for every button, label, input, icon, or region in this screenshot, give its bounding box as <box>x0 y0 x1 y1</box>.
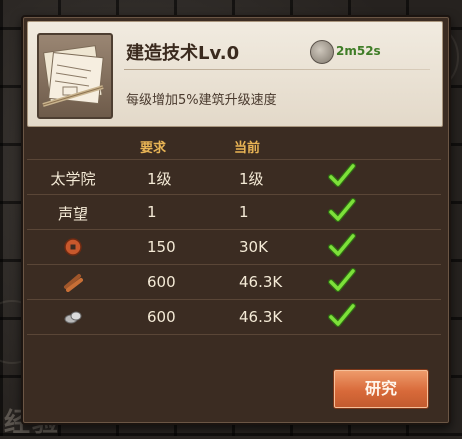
checkmark-icon <box>328 268 356 292</box>
required-value: 1 <box>147 203 157 221</box>
blueprint-scroll-icon <box>37 33 113 119</box>
table-row: 600 46.3K <box>27 299 441 335</box>
table-row: 太学院 1级 1级 <box>27 159 441 194</box>
current-value: 1 <box>239 203 249 221</box>
table-row: 150 30K <box>27 229 441 264</box>
requirements-table: 要求 当前 太学院 1级 1级 声望 1 1 150 30K 600 46.3K… <box>27 129 441 335</box>
checkmark-icon <box>328 233 356 257</box>
row-label: 太学院 <box>50 170 96 188</box>
stone-icon <box>64 311 82 324</box>
required-value: 600 <box>147 273 176 291</box>
tech-detail-popup: 建造技术Lv.0 2m52s 每级增加5%建筑升级速度 要求 当前 太学院 1级… <box>21 15 451 425</box>
table-header: 要求 当前 <box>27 129 441 159</box>
tech-title: 建造技术Lv.0 <box>126 43 240 64</box>
current-value: 46.3K <box>239 308 283 326</box>
tech-header: 建造技术Lv.0 2m52s 每级增加5%建筑升级速度 <box>27 21 443 127</box>
tech-description: 每级增加5%建筑升级速度 <box>126 93 277 108</box>
current-value: 30K <box>239 238 268 256</box>
header-required: 要求 <box>140 141 167 156</box>
current-value: 1级 <box>239 170 264 188</box>
header-current: 当前 <box>234 141 261 156</box>
header-divider <box>124 69 430 70</box>
required-value: 1级 <box>147 170 172 188</box>
row-label: 声望 <box>57 205 88 223</box>
table-row: 600 46.3K <box>27 264 441 299</box>
research-time: 2m52s <box>336 44 381 58</box>
research-button[interactable]: 研究 <box>333 369 429 409</box>
required-value: 600 <box>147 308 176 326</box>
checkmark-icon <box>328 163 356 187</box>
wood-icon <box>64 274 83 292</box>
checkmark-icon <box>328 198 356 222</box>
required-value: 150 <box>147 238 176 256</box>
checkmark-icon <box>328 303 356 327</box>
timer-icon <box>310 40 334 64</box>
coin-icon <box>64 238 82 256</box>
current-value: 46.3K <box>239 273 283 291</box>
table-row: 声望 1 1 <box>27 194 441 229</box>
